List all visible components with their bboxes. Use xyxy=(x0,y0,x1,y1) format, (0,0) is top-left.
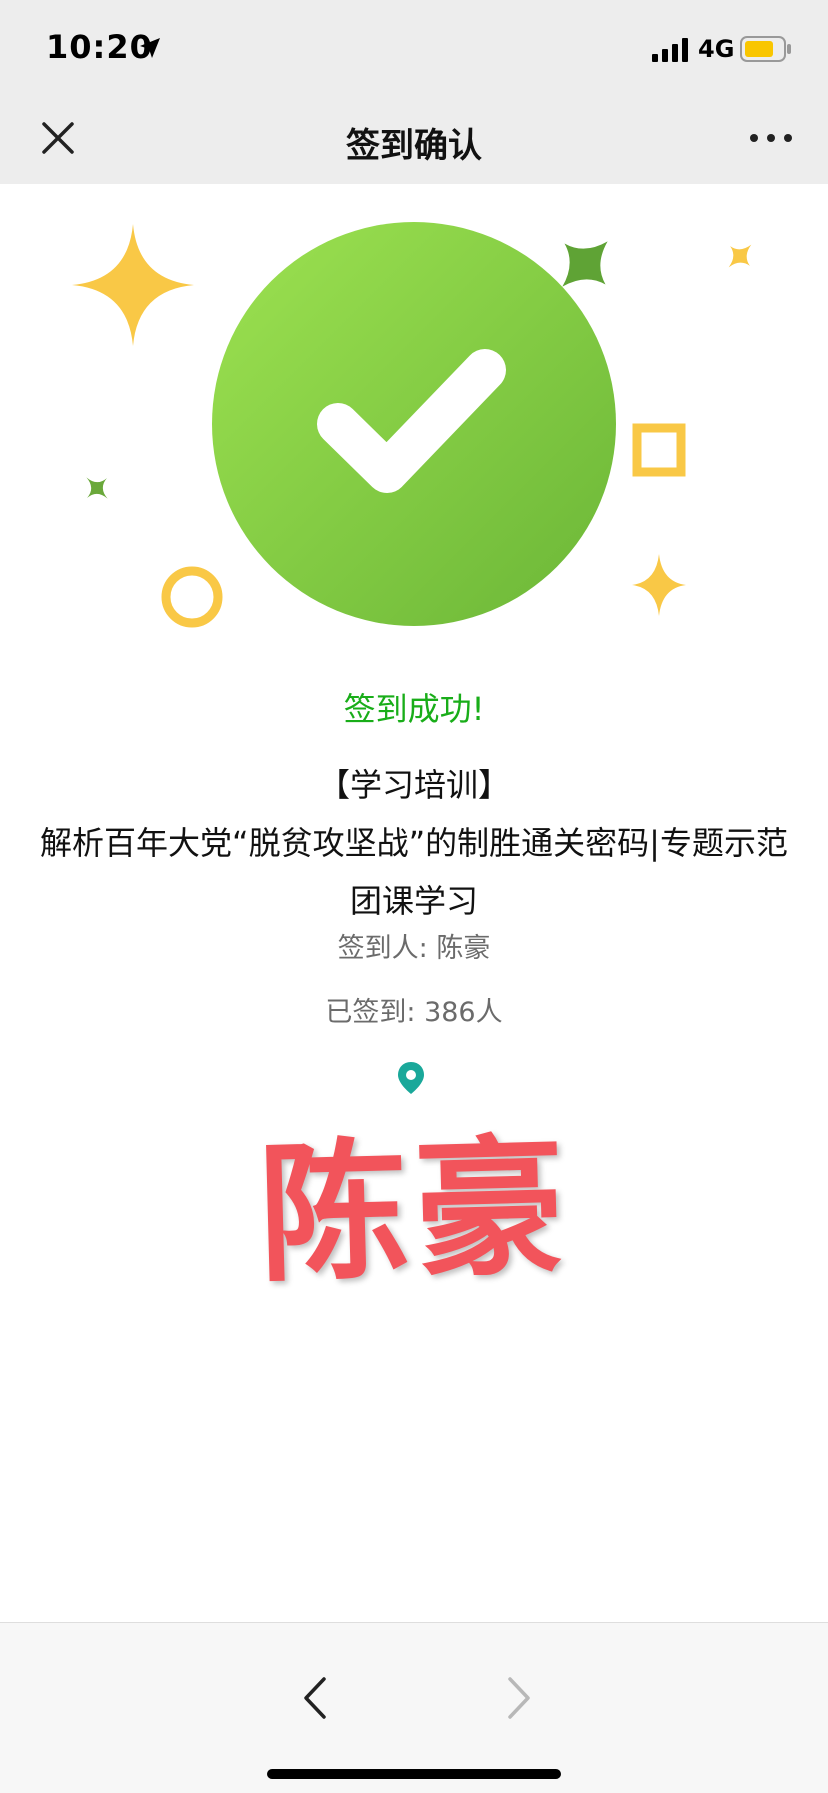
status-time: 10:20 xyxy=(46,28,153,66)
nav-bar: 签到确认 xyxy=(0,92,828,184)
location-arrow-icon xyxy=(140,38,160,58)
sparkle-large xyxy=(72,224,194,346)
signal-icon xyxy=(652,38,688,62)
bottom-toolbar xyxy=(0,1622,828,1793)
signed-count: 已签到: 386人 xyxy=(325,997,503,1028)
sparkle-small-yellow xyxy=(728,244,752,268)
event-title: 【学习培训】 解析百年大党“脱贫攻坚战”的制胜通关密码|专题示范团课学习 xyxy=(30,756,798,930)
home-indicator xyxy=(267,1769,561,1779)
event-title-text: 【学习培训】 解析百年大党“脱贫攻坚战”的制胜通关密码|专题示范团课学习 xyxy=(40,766,788,920)
more-icon[interactable] xyxy=(746,120,796,156)
forward-arrow-icon[interactable] xyxy=(498,1673,538,1723)
back-arrow-icon[interactable] xyxy=(296,1673,336,1723)
signer-name: 签到人: 陈豪 xyxy=(337,933,491,964)
sparkle-yellow-right xyxy=(632,554,686,616)
battery-icon xyxy=(740,36,791,62)
square-decoration xyxy=(632,423,686,477)
signer-stamp: 陈豪 xyxy=(256,1120,573,1304)
sparkle-small-green-left xyxy=(86,477,108,499)
success-message: 签到成功! xyxy=(343,690,485,728)
status-bar: 10:20 4G xyxy=(0,0,828,92)
ring-decoration xyxy=(161,566,223,628)
network-label: 4G xyxy=(698,35,735,63)
page-title: 签到确认 xyxy=(346,126,482,166)
success-illustration xyxy=(72,222,752,628)
